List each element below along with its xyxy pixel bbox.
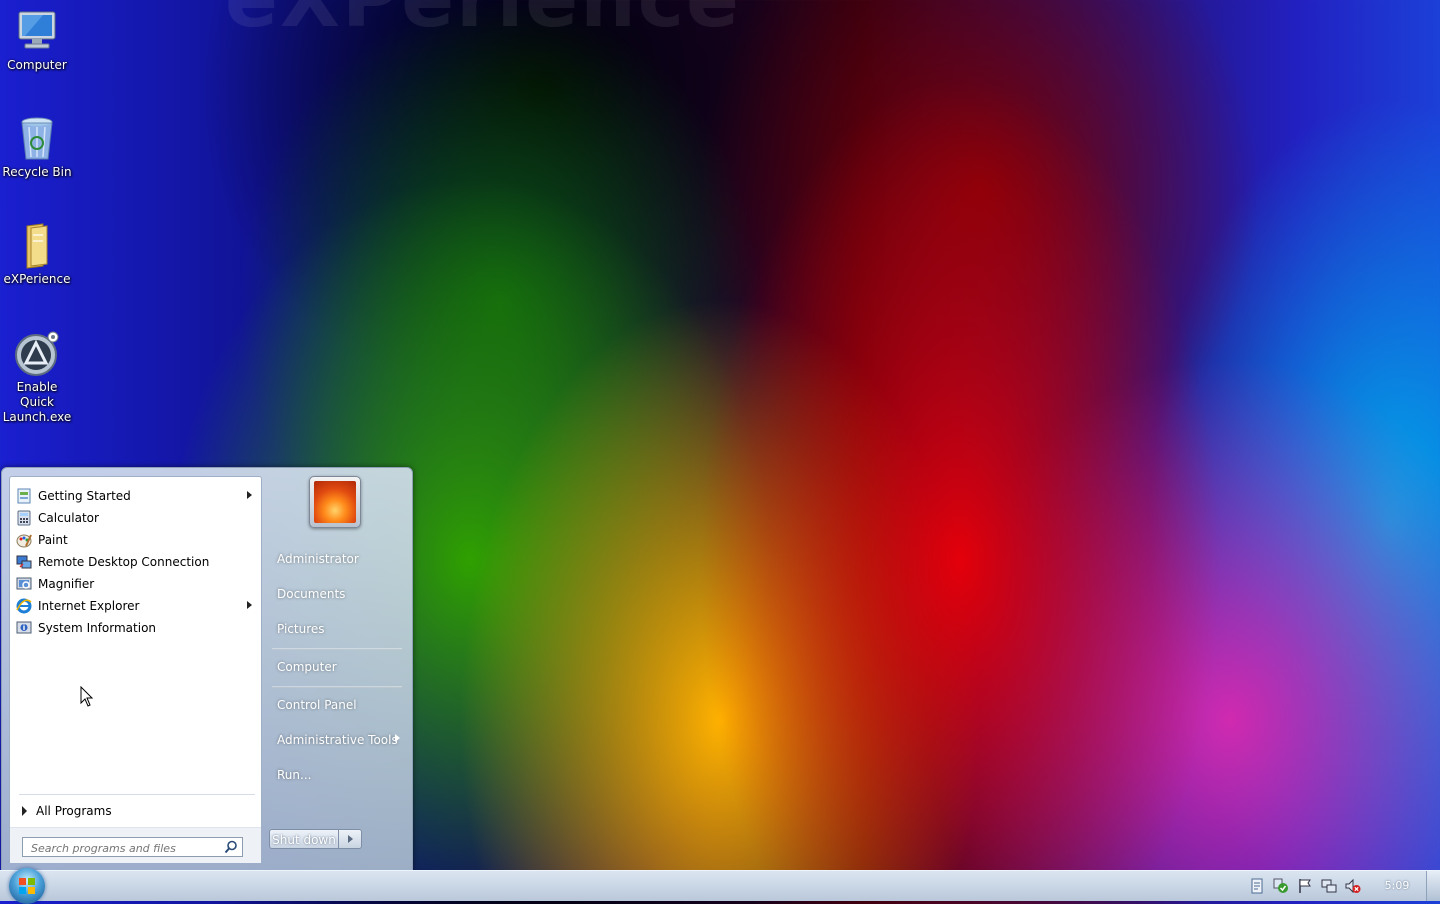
computer-icon	[13, 8, 61, 56]
mouse-cursor-icon	[80, 685, 94, 708]
search-input[interactable]	[29, 839, 223, 857]
search-area	[10, 827, 261, 863]
program-remote-desktop-connection[interactable]: Remote Desktop Connection	[16, 552, 256, 572]
recycle-bin-icon	[13, 115, 61, 163]
start-menu: Getting Started Calculator Paint Remote …	[1, 467, 413, 872]
start-button[interactable]	[9, 868, 45, 904]
submenu-arrow-icon	[247, 491, 252, 499]
user-avatar[interactable]	[309, 476, 361, 528]
internet-explorer-icon	[16, 598, 32, 614]
windows-logo-icon	[19, 878, 35, 894]
network-icon[interactable]	[1321, 878, 1337, 894]
link-run[interactable]: Run...	[277, 768, 311, 782]
program-label: Getting Started	[38, 489, 131, 503]
link-control-panel[interactable]: Control Panel	[277, 698, 357, 712]
desktop-icon-label: Computer	[7, 58, 67, 72]
desktop-icon-experience[interactable]: eXPerience	[0, 222, 76, 287]
taskbar: 5:09	[0, 868, 1440, 904]
places-separator	[272, 686, 402, 688]
shutdown-arrow-icon	[348, 835, 353, 843]
program-label: Internet Explorer	[38, 599, 140, 613]
all-programs-label: All Programs	[36, 804, 112, 818]
magnifier-icon	[16, 576, 32, 592]
remote-desktop-icon	[16, 554, 32, 570]
program-system-information[interactable]: System Information	[16, 618, 256, 638]
programs-separator	[19, 794, 255, 795]
wallpaper-watermark: eXPerience	[225, 0, 741, 45]
shutdown-button[interactable]: Shut down	[269, 829, 339, 849]
desktop-icon-label: eXPerience	[3, 272, 71, 286]
system-information-icon	[16, 620, 32, 636]
program-internet-explorer[interactable]: Internet Explorer	[16, 596, 256, 616]
program-label: System Information	[38, 621, 157, 635]
desktop-icon-enable-quick-launch[interactable]: Enable Quick Launch.exe	[0, 330, 76, 425]
action-center-icon[interactable]	[1249, 878, 1265, 894]
program-magnifier[interactable]: Magnifier	[16, 574, 256, 594]
link-administrator[interactable]: Administrator	[277, 552, 359, 566]
paint-icon	[16, 532, 32, 548]
link-computer[interactable]: Computer	[277, 660, 337, 674]
show-desktop-button[interactable]	[1426, 871, 1440, 901]
start-menu-places-pane: Administrator Documents Pictures Compute…	[262, 468, 412, 871]
places-separator	[272, 648, 402, 650]
volume-muted-icon[interactable]	[1345, 878, 1361, 894]
taskbar-clock[interactable]: 5:09	[1378, 879, 1416, 892]
link-administrative-tools[interactable]: Administrative Tools	[277, 733, 398, 747]
program-paint[interactable]: Paint	[16, 530, 256, 550]
flag-icon[interactable]	[1297, 878, 1313, 894]
security-shield-icon[interactable]	[1273, 878, 1289, 894]
desktop-icon-computer[interactable]: Computer	[0, 8, 76, 73]
all-programs-arrow-icon	[22, 806, 27, 816]
link-pictures[interactable]: Pictures	[277, 622, 325, 636]
program-label: Calculator	[38, 511, 99, 525]
quick-launch-icon	[13, 330, 61, 378]
program-label: Remote Desktop Connection	[38, 555, 210, 569]
getting-started-icon	[16, 488, 32, 504]
all-programs-button[interactable]: All Programs	[18, 801, 254, 821]
desktop-icon-recycle-bin[interactable]: Recycle Bin	[0, 115, 76, 180]
submenu-arrow-icon	[395, 734, 400, 742]
program-getting-started[interactable]: Getting Started	[16, 486, 256, 506]
program-label: Magnifier	[38, 577, 95, 591]
program-label: Paint	[38, 533, 68, 547]
calculator-icon	[16, 510, 32, 526]
search-box[interactable]	[22, 837, 243, 857]
shutdown-options-button[interactable]	[339, 829, 362, 849]
folder-icon	[13, 222, 61, 270]
program-calculator[interactable]: Calculator	[16, 508, 256, 528]
desktop-icon-label: Recycle Bin	[2, 165, 72, 179]
start-menu-programs-pane: Getting Started Calculator Paint Remote …	[9, 476, 262, 863]
desktop-icon-label: Enable Quick Launch.exe	[2, 380, 72, 424]
search-icon[interactable]	[224, 840, 238, 854]
link-documents[interactable]: Documents	[277, 587, 345, 601]
user-picture-icon	[314, 481, 356, 523]
submenu-arrow-icon	[247, 601, 252, 609]
